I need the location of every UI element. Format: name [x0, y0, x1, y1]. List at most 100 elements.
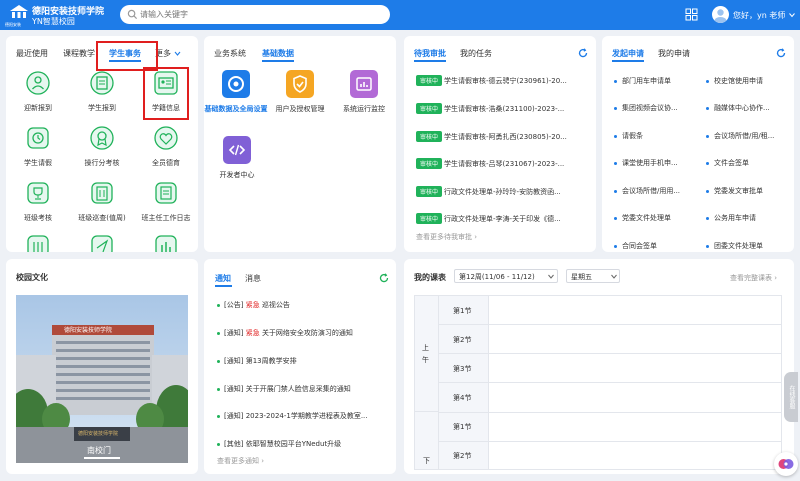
user-icon	[714, 9, 727, 23]
tile-teacher-log[interactable]: 班主任工作日志	[136, 180, 196, 223]
active-tab-underline	[612, 60, 644, 62]
chevron-down-icon[interactable]	[611, 274, 617, 279]
chevron-down-icon[interactable]	[548, 274, 554, 279]
online-service-tab[interactable]: 在线客服	[784, 372, 798, 422]
apps-grid-icon[interactable]	[685, 8, 698, 21]
refresh-icon[interactable]	[379, 273, 389, 283]
user-greeting[interactable]: 您好，yn 老师	[733, 10, 785, 21]
apply-item[interactable]: 合同会签单	[614, 241, 657, 251]
chevron-down-icon[interactable]	[174, 50, 181, 57]
week-select[interactable]: 第12周(11/06 - 11/12)	[454, 269, 558, 283]
tile-conduct-score[interactable]: 操行分考核	[72, 125, 132, 168]
tile-student-report[interactable]: 学生报到	[72, 70, 132, 113]
approval-item[interactable]: 审核中 学生请假审核-吕琴(231067)-2023-...	[416, 158, 588, 170]
apply-item[interactable]: 校史馆使用申请	[706, 76, 763, 86]
tab-recent[interactable]: 最近使用	[16, 48, 48, 59]
urgent-label: 紧急	[245, 329, 260, 337]
apply-item[interactable]: 党委发文审批单	[706, 186, 763, 196]
approval-item[interactable]: 审核中 学生请假审核-德云骋宁(230961)-20...	[416, 75, 588, 87]
assistant-button[interactable]	[774, 452, 798, 476]
notice-item[interactable]: [通知] 2023-2024-1学期教学进程表及教室...	[217, 411, 368, 421]
user-avatar[interactable]	[712, 6, 729, 23]
notice-text: 第13周教学安排	[245, 357, 297, 365]
period-label: 第4节	[453, 394, 472, 402]
tab-start-apply[interactable]: 发起申请	[612, 48, 644, 59]
active-tab-underline	[414, 60, 446, 62]
period-label: 第2节	[453, 452, 472, 460]
logo-caption: 德阳安装	[5, 22, 21, 27]
notice-tag: [通知]	[224, 329, 244, 337]
tile-class-patrol[interactable]: 班级巡查(值周)	[72, 180, 132, 223]
period-label: 第1节	[453, 307, 472, 315]
shield-icon	[286, 70, 314, 98]
apply-item[interactable]: 会议场所借/用/租...	[706, 131, 774, 141]
apply-item[interactable]: 集团视频会议协...	[614, 103, 678, 113]
tile-label: 班级巡查(值周)	[78, 214, 126, 222]
notice-item[interactable]: [公告] 紧急 巡视公告	[217, 300, 290, 310]
approval-item-text: 行政文件处理单-孙玲玲-安防教资函...	[444, 187, 561, 196]
notice-item[interactable]: [通知] 紧急 关于网络安全攻防演习的通知	[217, 328, 353, 338]
more-approvals-link[interactable]: 查看更多待我审批 ›	[416, 232, 477, 242]
search-box[interactable]	[120, 5, 390, 24]
urgent-label: 紧急	[245, 301, 260, 309]
row-divider	[439, 441, 781, 442]
tile-developer[interactable]: 开发者中心	[203, 136, 271, 180]
notice-item[interactable]: [通知] 关于开展门禁人脸信息采集的通知	[217, 384, 351, 394]
view-full-schedule-link[interactable]: 查看完整课表 ›	[730, 273, 777, 283]
tile-leave[interactable]: 学生请假	[8, 125, 68, 168]
approval-item-text: 学生请假审核-阿勇扎西(230805)-20...	[444, 132, 567, 141]
notice-text: 关于网络安全攻防演习的通知	[261, 329, 353, 337]
tab-notice[interactable]: 通知	[215, 273, 231, 284]
apply-item[interactable]: 会议场所借/用用...	[614, 186, 680, 196]
tab-my-tasks[interactable]: 我的任务	[460, 48, 492, 59]
apply-item[interactable]: 请假条	[614, 131, 643, 141]
approval-item[interactable]: 审核中 学生请假审核-浩桑(231100)-2023-...	[416, 103, 588, 115]
tile-base-settings[interactable]: 基础数据及全局设置	[203, 70, 269, 115]
send-icon[interactable]	[89, 233, 115, 252]
tile-moral-education[interactable]: 全员德育	[136, 125, 196, 168]
monitor-icon	[350, 70, 378, 98]
tab-pending-approval[interactable]: 待我审批	[414, 48, 446, 59]
approval-item[interactable]: 审核中 学生请假审核-阿勇扎西(230805)-20...	[416, 131, 588, 143]
notice-item[interactable]: [通知] 第13周教学安排	[217, 356, 297, 366]
tile-user-auth[interactable]: 用户及授权管理	[266, 70, 334, 114]
row-divider	[439, 382, 781, 383]
refresh-icon[interactable]	[578, 48, 588, 58]
school-subtitle: YN智慧校园	[32, 17, 75, 26]
building-icon	[91, 182, 113, 204]
approval-item-text: 学生请假审核-浩桑(231100)-2023-...	[444, 104, 565, 113]
tile-class-assessment[interactable]: 班级考核	[8, 180, 68, 223]
approval-item[interactable]: 审核中 行政文件处理单-李涛-关于印发《德...	[416, 213, 588, 225]
refresh-icon[interactable]	[776, 48, 786, 58]
campus-photo[interactable]: 德阳安装技师学院 德阳安装技师学院 南校门	[16, 295, 188, 463]
status-badge: 审核中	[416, 75, 443, 86]
carousel-indicator[interactable]	[84, 457, 120, 459]
apply-item[interactable]: 公务用车申请	[706, 213, 756, 223]
apply-item[interactable]: 团委文件处理单	[706, 241, 763, 251]
tile-enroll-report[interactable]: 迎新报到	[8, 70, 68, 113]
apply-item[interactable]: 融媒体中心协作...	[706, 103, 770, 113]
chevron-down-icon[interactable]	[789, 12, 795, 18]
notice-item[interactable]: [其他] 依耶智慧校园平台YNedut升级	[217, 439, 341, 449]
notice-text: 巡视公告	[261, 301, 290, 309]
tab-message[interactable]: 消息	[245, 273, 261, 284]
apply-item[interactable]: 党委文件处理单	[614, 213, 671, 223]
notice-tag: [通知]	[224, 412, 244, 420]
tile-system-monitor[interactable]: 系统运行监控	[330, 70, 398, 114]
row-divider	[439, 324, 781, 325]
tab-course[interactable]: 课程教学	[63, 48, 95, 59]
tile-label: 班级考核	[24, 214, 52, 222]
apply-item[interactable]: 部门用车申请单	[614, 76, 671, 86]
approval-item[interactable]: 审核中 行政文件处理单-孙玲玲-安防教资函...	[416, 186, 588, 198]
tile-label: 全员德育	[152, 159, 180, 167]
tab-my-apply[interactable]: 我的申请	[658, 48, 690, 59]
trophy-icon	[27, 182, 49, 204]
grid-icon[interactable]	[25, 233, 51, 252]
tab-business-system[interactable]: 业务系统	[214, 48, 246, 59]
more-notices-link[interactable]: 查看更多通知 ›	[217, 456, 264, 466]
apply-item[interactable]: 课堂使用手机申...	[614, 158, 678, 168]
apply-item[interactable]: 文件会签单	[706, 158, 749, 168]
tab-base-data[interactable]: 基础数据	[262, 48, 294, 59]
search-input[interactable]	[140, 7, 380, 22]
chart-icon[interactable]	[153, 233, 179, 252]
